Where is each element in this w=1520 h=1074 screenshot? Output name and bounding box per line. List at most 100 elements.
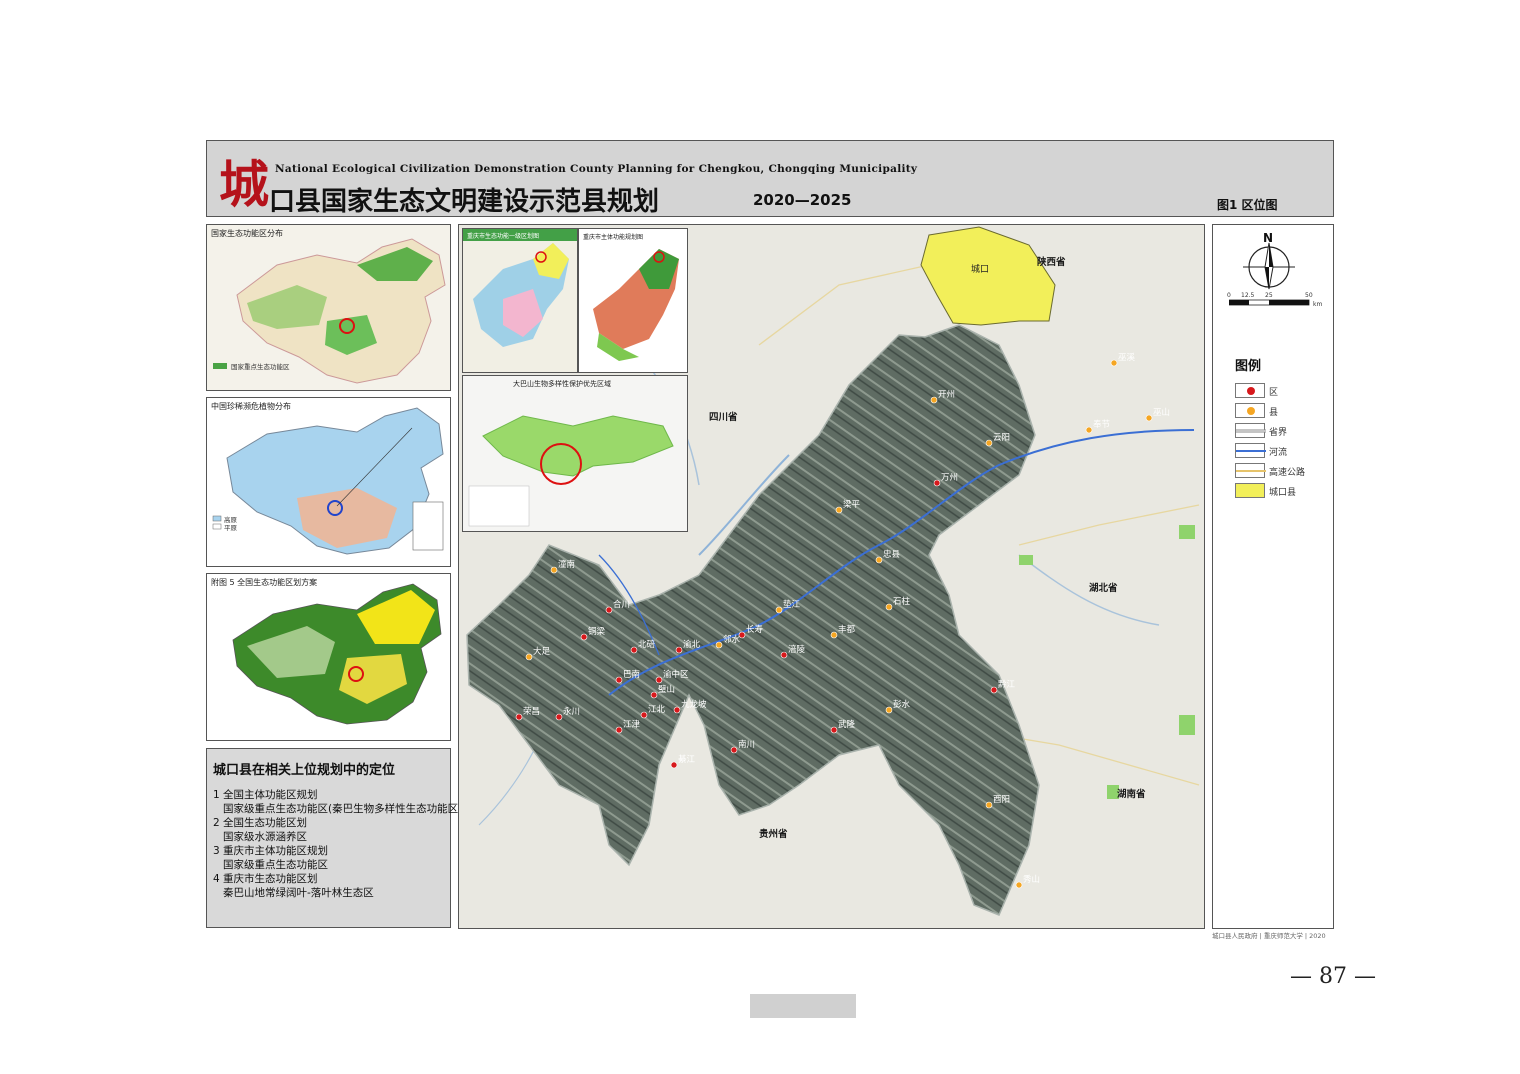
- place-label: 云阳: [993, 433, 1010, 443]
- scale-tick: 12.5: [1241, 292, 1255, 299]
- place-label: 南川: [738, 739, 755, 750]
- china-eco-zoning-map: [232, 583, 442, 725]
- highlight-county-label: 城口: [971, 264, 989, 275]
- inset-legend-item: 平原: [224, 524, 237, 532]
- positioning-detail: 国家级重点生态功能区(秦巴生物多样性生态功能区): [223, 803, 463, 815]
- page-title: 口县国家生态文明建设示范县规划: [269, 187, 660, 217]
- brand-char: 城: [219, 155, 269, 214]
- place-label: 江北: [648, 705, 666, 715]
- place-label: 彭水: [893, 699, 911, 710]
- district-marker: [640, 711, 648, 719]
- positioning-detail: 国家级水源涵养区: [223, 831, 307, 843]
- county-marker: [715, 641, 723, 649]
- county-marker: [985, 439, 993, 447]
- place-label: 永川: [563, 706, 580, 717]
- place-label: 邻水: [723, 634, 741, 645]
- place-label: 九龙坡: [681, 699, 707, 710]
- county-marker: [550, 566, 558, 574]
- county-marker: [835, 506, 843, 514]
- compass-icon: [1243, 242, 1295, 290]
- inset-title: 大巴山生物多样性保护优先区域: [513, 380, 611, 388]
- district-marker: [830, 726, 838, 734]
- positioning-heading: 1 全国主体功能区规划: [213, 789, 318, 801]
- district-marker: [730, 746, 738, 754]
- place-label: 丰都: [838, 624, 856, 635]
- place-label: 渝北: [683, 639, 701, 650]
- district-marker: [675, 646, 683, 654]
- place-label: 酉阳: [993, 795, 1010, 805]
- district-marker: [670, 761, 678, 769]
- place-label: 黔江: [998, 679, 1016, 690]
- legend-item-province-border: 省界: [1235, 423, 1331, 439]
- district-marker: [615, 726, 623, 734]
- place-label: 巫溪: [1118, 352, 1136, 363]
- inset-chongqing-functional: 重庆市生态功能一级区划图: [462, 228, 578, 373]
- inset-title: 重庆市主体功能规划图: [583, 234, 644, 241]
- county-marker: [775, 606, 783, 614]
- legend-label: 县: [1269, 408, 1279, 418]
- legend-panel: N 0 12.5 25 50 km 图例 区 县 省界 河流 高速公路 城口县: [1212, 224, 1334, 929]
- district-marker: [933, 479, 941, 487]
- place-label: 璧山: [658, 684, 675, 695]
- place-label: 涪陵: [788, 644, 806, 655]
- place-label: 忠县: [883, 550, 901, 560]
- place-label: 合川: [613, 599, 630, 610]
- place-label: 潼南: [558, 559, 575, 570]
- inset-national-eco-function: 国家生态功能区分布 国家重点生态功能区: [206, 224, 451, 391]
- place-label: 奉节: [1093, 419, 1111, 430]
- county-marker: [1145, 414, 1153, 422]
- county-marker: [885, 706, 893, 714]
- legend-item-county-area: 城口县: [1235, 483, 1331, 499]
- positioning-title: 城口县在相关上位规划中的定位: [213, 763, 396, 778]
- district-marker: [655, 676, 663, 684]
- river-icon: [1235, 443, 1266, 458]
- legend-title: 图例: [1235, 359, 1262, 374]
- district-marker: [580, 633, 588, 641]
- district-marker: [615, 676, 623, 684]
- place-label: 北碚: [638, 639, 656, 650]
- district-marker: [605, 606, 613, 614]
- inset-legend: 国家重点生态功能区: [231, 363, 290, 371]
- place-label: 荣昌: [523, 706, 540, 717]
- county-marker: [1110, 359, 1118, 367]
- district-marker: [990, 686, 998, 694]
- county-marker: [1085, 426, 1093, 434]
- place-label: 渝中区: [663, 669, 689, 680]
- county-dot-icon: [1235, 403, 1265, 418]
- scale-tick: 25: [1265, 292, 1273, 299]
- legend-label: 高速公路: [1269, 468, 1306, 478]
- place-label: 铜梁: [588, 626, 606, 637]
- province-label: 湖北省: [1089, 582, 1118, 594]
- inset-title: 附图 5 全国生态功能区划方案: [211, 578, 318, 587]
- highway-icon: [1235, 463, 1266, 478]
- place-label: 垫江: [783, 599, 801, 610]
- county-marker: [885, 603, 893, 611]
- positioning-box: 城口县在相关上位规划中的定位 1 全国主体功能区规划 国家级重点生态功能区(秦巴…: [206, 748, 463, 928]
- province-label: 贵州省: [759, 828, 788, 840]
- positioning-detail: 国家级重点生态功能区: [223, 859, 328, 871]
- district-marker: [630, 646, 638, 654]
- inset-title: 国家生态功能区分布: [211, 229, 283, 238]
- english-subtitle: National Ecological Civilization Demonst…: [275, 163, 918, 175]
- legend-item-highway: 高速公路: [1235, 463, 1331, 479]
- inset-title: 重庆市生态功能一级区划图: [467, 233, 540, 240]
- district-marker: [780, 651, 788, 659]
- dabashan-map: [468, 415, 674, 527]
- county-area-swatch: [1235, 483, 1265, 498]
- district-marker: [515, 713, 523, 721]
- scale-unit: km: [1313, 301, 1323, 308]
- place-label: 万州: [941, 473, 958, 483]
- legend-label: 区: [1269, 388, 1279, 398]
- legend-label: 河流: [1269, 448, 1288, 458]
- place-label: 巫山: [1153, 407, 1170, 418]
- county-marker: [930, 396, 938, 404]
- inset-biodiversity: 中国珍稀濒危植物分布 高原 平原: [206, 397, 451, 567]
- place-label: 大足: [533, 646, 551, 657]
- province-label: 湖南省: [1117, 788, 1146, 800]
- legend-item-river: 河流: [1235, 443, 1331, 459]
- positioning-heading: 4 重庆市生态功能区划: [213, 873, 318, 885]
- legend-item-district: 区: [1235, 383, 1331, 399]
- legend-item-county: 县: [1235, 403, 1331, 419]
- source-note: 城口县人民政府 | 重庆师范大学 | 2020: [1212, 932, 1326, 940]
- china-biodiversity-map: [212, 407, 444, 555]
